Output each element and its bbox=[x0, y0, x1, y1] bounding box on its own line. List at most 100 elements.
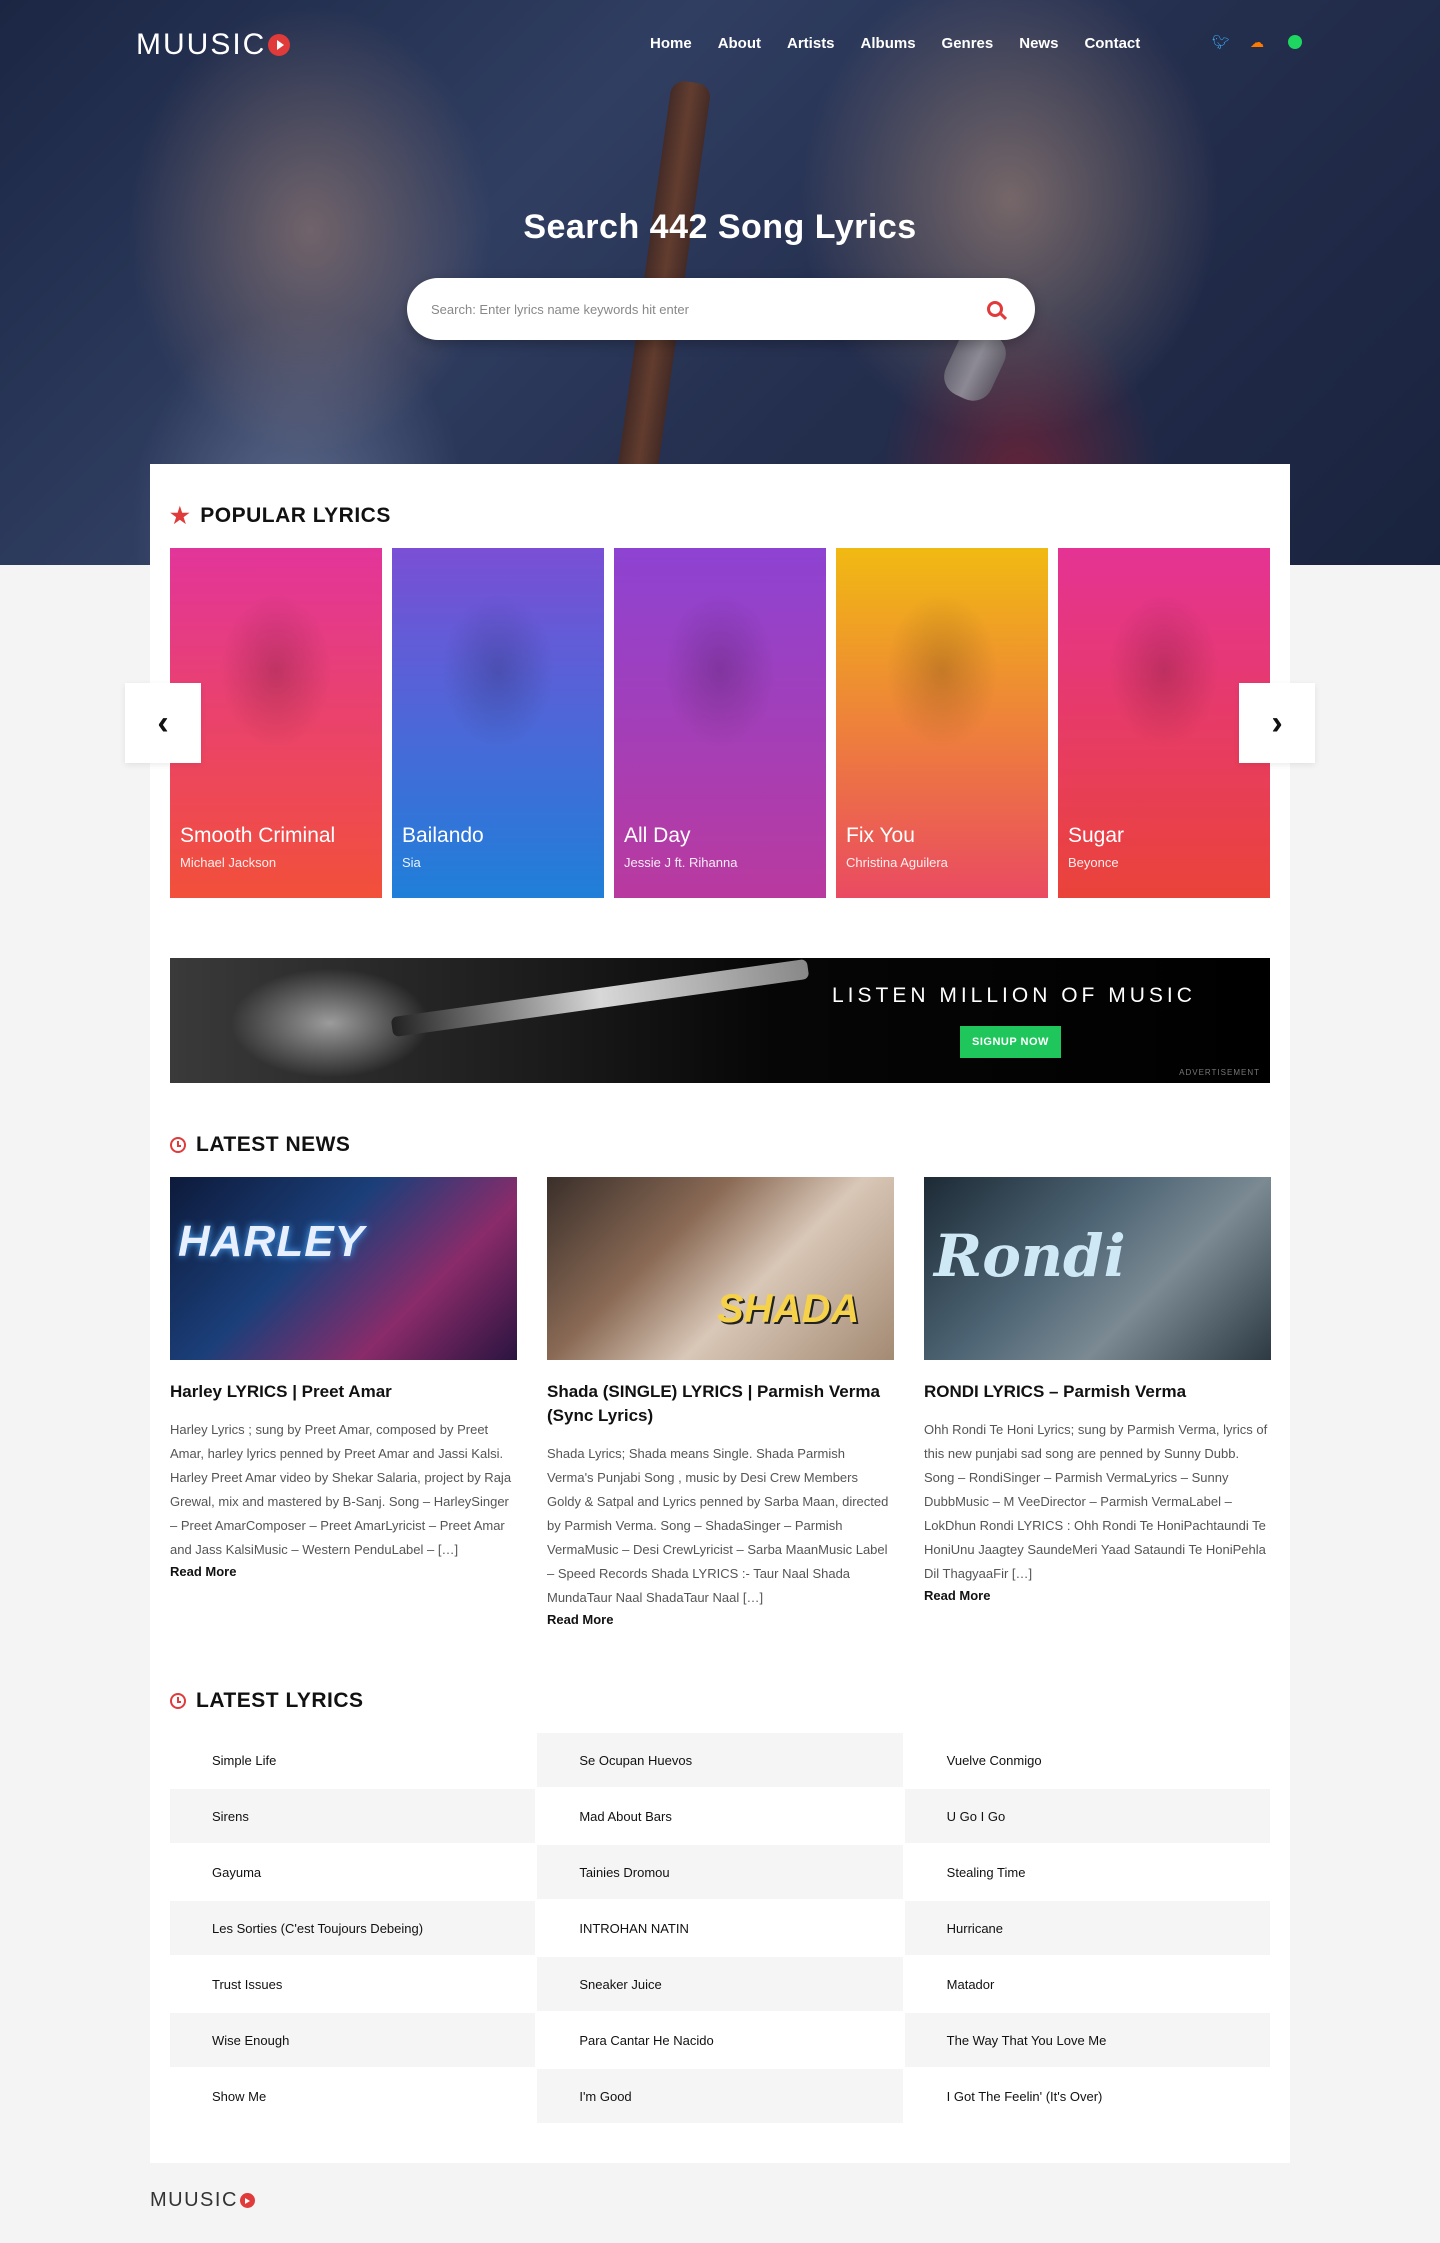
lyric-card[interactable]: Fix You Christina Aguilera bbox=[836, 548, 1048, 898]
card-title: Sugar bbox=[1068, 824, 1125, 847]
popular-lyrics-heading: ★ POPULAR LYRICS bbox=[170, 504, 1270, 528]
lyric-link[interactable]: I Got The Feelin' (It's Over) bbox=[905, 2069, 1270, 2123]
lyric-card[interactable]: Bailando Sia bbox=[392, 548, 604, 898]
lyric-link[interactable]: Sirens bbox=[170, 1789, 536, 1843]
slider-prev-button[interactable]: ‹ bbox=[125, 683, 201, 763]
lyric-card[interactable]: Smooth Criminal Michael Jackson bbox=[170, 548, 382, 898]
play-icon bbox=[268, 34, 291, 56]
chevron-left-icon: ‹ bbox=[157, 703, 169, 742]
news-excerpt: Harley Lyrics ; sung by Preet Amar, comp… bbox=[170, 1422, 512, 1557]
main-nav: Home About Artists Albums Genres News Co… bbox=[650, 35, 1140, 52]
lyric-link[interactable]: Wise Enough bbox=[170, 2013, 536, 2067]
news-image-text: SHADA bbox=[717, 1287, 860, 1331]
lyric-link[interactable]: Sneaker Juice bbox=[537, 1957, 903, 2011]
lyric-link[interactable]: Trust Issues bbox=[170, 1957, 535, 2011]
soundcloud-icon[interactable]: ☁︎ bbox=[1250, 35, 1266, 49]
news-thumbnail[interactable]: Rondi bbox=[924, 1177, 1271, 1360]
news-thumbnail[interactable]: HARLEY bbox=[170, 1177, 517, 1360]
news-excerpt: Ohh Rondi Te Honi Lyrics; sung by Parmis… bbox=[924, 1422, 1268, 1581]
card-title: Smooth Criminal bbox=[180, 824, 336, 847]
card-artist: Michael Jackson bbox=[180, 855, 277, 870]
card-artist: Jessie J ft. Rihanna bbox=[624, 855, 738, 870]
lyric-link[interactable]: Hurricane bbox=[904, 1901, 1270, 1955]
hero-title: Search 442 Song Lyrics bbox=[523, 208, 917, 246]
latest-lyrics-title: LATEST LYRICS bbox=[196, 1689, 364, 1712]
lyric-link[interactable]: Simple Life bbox=[170, 1733, 535, 1787]
popular-cards: Smooth Criminal Michael Jackson Bailando… bbox=[170, 548, 1270, 898]
search-bar bbox=[407, 278, 1035, 340]
lyric-link[interactable]: INTROHAN NATIN bbox=[537, 1901, 902, 1955]
nav-about[interactable]: About bbox=[718, 35, 761, 52]
advertisement-banner[interactable]: LISTEN MILLION OF MUSIC SIGNUP NOW ADVER… bbox=[170, 958, 1270, 1083]
logo-text: MUUSIC bbox=[136, 28, 267, 61]
site-logo[interactable]: MUUSIC bbox=[136, 28, 291, 62]
clock-icon bbox=[170, 1137, 186, 1153]
news-title[interactable]: Harley LYRICS | Preet Amar bbox=[170, 1380, 517, 1404]
footer: MUUSIC bbox=[150, 2189, 1290, 2213]
read-more-link[interactable]: Read More bbox=[170, 1564, 236, 1579]
news-list: HARLEY Harley LYRICS | Preet Amar Harley… bbox=[170, 1177, 1271, 1629]
card-artist: Beyonce bbox=[1068, 855, 1119, 870]
lyric-link[interactable]: Show Me bbox=[170, 2069, 535, 2123]
play-icon bbox=[239, 2193, 255, 2208]
search-input[interactable] bbox=[431, 301, 987, 317]
lyric-link[interactable]: Stealing Time bbox=[905, 1845, 1270, 1899]
news-item: HARLEY Harley LYRICS | Preet Amar Harley… bbox=[170, 1177, 517, 1629]
ad-label: ADVERTISEMENT bbox=[1179, 1068, 1260, 1077]
news-item: SHADA Shada (SINGLE) LYRICS | Parmish Ve… bbox=[547, 1177, 894, 1629]
news-image-text: HARLEY bbox=[178, 1217, 365, 1266]
news-item: Rondi RONDI LYRICS – Parmish Verma Ohh R… bbox=[924, 1177, 1271, 1629]
read-more-link[interactable]: Read More bbox=[924, 1588, 990, 1603]
card-artist: Sia bbox=[402, 855, 421, 870]
chevron-right-icon: › bbox=[1271, 703, 1283, 742]
ad-guitar-image bbox=[390, 958, 810, 1038]
social-links: 🐦︎ ☁︎ bbox=[1212, 35, 1302, 49]
footer-logo[interactable]: MUUSIC bbox=[150, 2189, 1290, 2212]
news-image-text: Rondi bbox=[934, 1222, 1126, 1290]
news-title[interactable]: Shada (SINGLE) LYRICS | Parmish Verma (S… bbox=[547, 1380, 894, 1428]
news-title[interactable]: RONDI LYRICS – Parmish Verma bbox=[924, 1380, 1271, 1404]
latest-lyrics-heading: LATEST LYRICS bbox=[170, 1689, 1270, 1713]
lyric-link[interactable]: Vuelve Conmigo bbox=[905, 1733, 1270, 1787]
nav-artists[interactable]: Artists bbox=[787, 35, 835, 52]
clock-icon bbox=[170, 1693, 186, 1709]
lyric-link[interactable]: Gayuma bbox=[170, 1845, 535, 1899]
search-icon[interactable] bbox=[987, 301, 1003, 317]
card-artist: Christina Aguilera bbox=[846, 855, 948, 870]
lyric-link[interactable]: Mad About Bars bbox=[537, 1789, 902, 1843]
lyric-link[interactable]: Matador bbox=[905, 1957, 1270, 2011]
card-title: All Day bbox=[624, 824, 691, 847]
lyric-link[interactable]: Tainies Dromou bbox=[537, 1845, 903, 1899]
lyric-link[interactable]: Para Cantar He Nacido bbox=[537, 2013, 902, 2067]
main-content: ★ POPULAR LYRICS ‹ Smooth Criminal Micha… bbox=[125, 464, 1315, 2163]
nav-news[interactable]: News bbox=[1019, 35, 1058, 52]
nav-contact[interactable]: Contact bbox=[1084, 35, 1140, 52]
top-navigation: MUUSIC Home About Artists Albums Genres … bbox=[0, 0, 1440, 90]
spotify-icon[interactable] bbox=[1288, 35, 1302, 49]
lyric-link[interactable]: I'm Good bbox=[537, 2069, 903, 2123]
footer-logo-text: MUUSIC bbox=[150, 2189, 238, 2211]
twitter-icon[interactable]: 🐦︎ bbox=[1212, 35, 1230, 49]
read-more-link[interactable]: Read More bbox=[547, 1612, 613, 1627]
latest-news-title: LATEST NEWS bbox=[196, 1133, 351, 1156]
popular-lyrics-slider: ‹ Smooth Criminal Michael Jackson Bailan… bbox=[125, 548, 1315, 898]
lyric-link[interactable]: Se Ocupan Huevos bbox=[537, 1733, 903, 1787]
ad-title: LISTEN MILLION OF MUSIC bbox=[832, 984, 1196, 1007]
star-icon: ★ bbox=[170, 503, 191, 528]
card-title: Bailando bbox=[402, 824, 484, 847]
news-excerpt: Shada Lyrics; Shada means Single. Shada … bbox=[547, 1446, 889, 1605]
lyric-link[interactable]: The Way That You Love Me bbox=[904, 2013, 1270, 2067]
latest-news-heading: LATEST NEWS bbox=[170, 1133, 1270, 1157]
nav-genres[interactable]: Genres bbox=[942, 35, 994, 52]
lyric-link[interactable]: U Go I Go bbox=[904, 1789, 1270, 1843]
slider-next-button[interactable]: › bbox=[1239, 683, 1315, 763]
nav-albums[interactable]: Albums bbox=[861, 35, 916, 52]
latest-lyrics-grid: Simple Life Se Ocupan Huevos Vuelve Conm… bbox=[170, 1733, 1270, 2123]
news-thumbnail[interactable]: SHADA bbox=[547, 1177, 894, 1360]
signup-button[interactable]: SIGNUP NOW bbox=[960, 1026, 1061, 1058]
card-title: Fix You bbox=[846, 824, 915, 847]
lyric-link[interactable]: Les Sorties (C'est Toujours Debeing) bbox=[170, 1901, 536, 1955]
popular-lyrics-title: POPULAR LYRICS bbox=[200, 504, 391, 527]
lyric-card[interactable]: All Day Jessie J ft. Rihanna bbox=[614, 548, 826, 898]
nav-home[interactable]: Home bbox=[650, 35, 692, 52]
